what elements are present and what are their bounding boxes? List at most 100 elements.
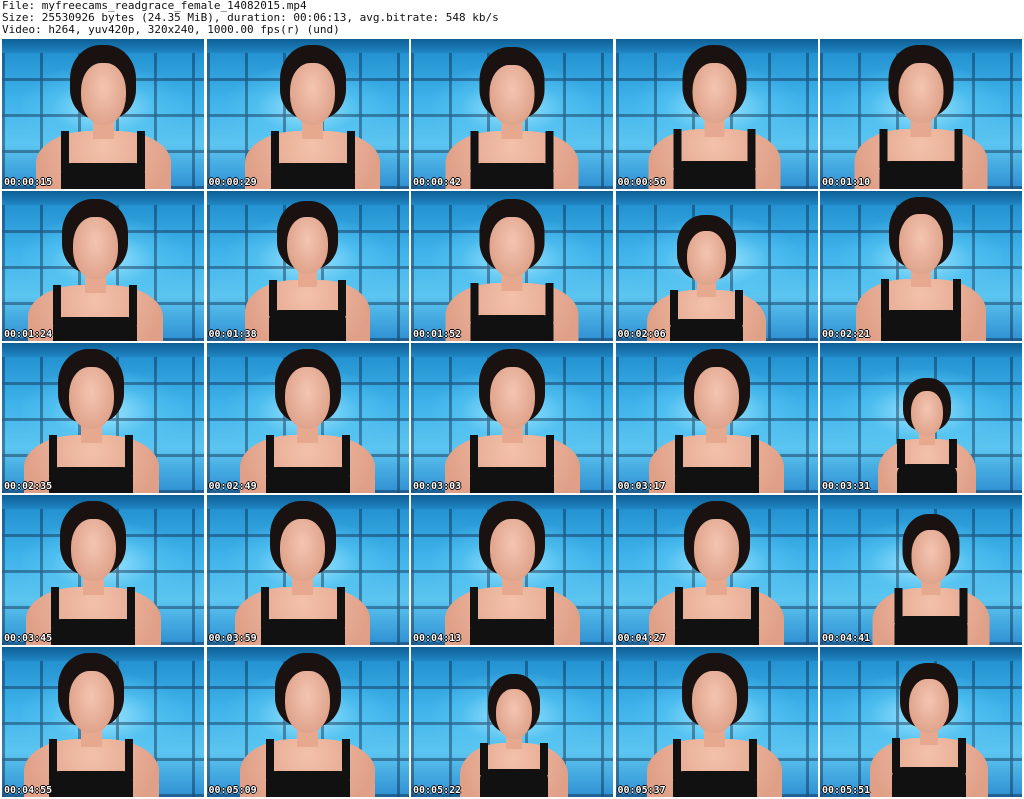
frame-timestamp: 00:04:27 [617, 633, 666, 644]
face [489, 64, 535, 126]
face [496, 689, 532, 739]
strap-left [470, 435, 478, 475]
face [280, 519, 325, 581]
person-figure [641, 39, 788, 189]
black-top [49, 467, 133, 493]
video-frame-thumbnail: 00:02:21 [820, 191, 1022, 341]
frame-timestamp: 00:04:41 [822, 633, 871, 644]
thumbnail-grid: 00:00:15 00:00:29 00:00:42 00:00:56 00:01:10… [2, 39, 1022, 797]
face [68, 367, 114, 429]
frame-timestamp: 00:00:29 [208, 177, 257, 188]
person-figure [873, 373, 981, 493]
video-frame-thumbnail: 00:00:56 [615, 39, 818, 189]
video-frame-thumbnail: 00:05:51 [820, 647, 1022, 797]
face [686, 230, 727, 286]
strap-right [137, 131, 145, 171]
strap-left [673, 129, 682, 169]
black-top [260, 619, 345, 645]
person-figure [439, 193, 586, 341]
face [910, 391, 944, 437]
person-figure [641, 209, 773, 341]
person-figure [238, 39, 388, 189]
strap-right [954, 129, 963, 169]
person-figure [233, 647, 383, 797]
person-figure [239, 195, 377, 341]
frame-timestamp: 00:03:03 [413, 481, 462, 492]
black-top [892, 766, 966, 797]
face [489, 519, 535, 581]
black-top [672, 771, 757, 797]
video-frame-thumbnail: 00:02:49 [206, 343, 409, 493]
video-frame-thumbnail: 00:01:10 [820, 39, 1022, 189]
video-frame-thumbnail: 00:03:45 [2, 495, 204, 645]
person-figure [439, 41, 586, 189]
frame-timestamp: 00:05:09 [208, 785, 257, 796]
face [898, 62, 944, 124]
strap-right [735, 289, 744, 326]
face [489, 367, 535, 429]
video-frame-thumbnail: 00:05:37 [615, 647, 818, 797]
strap-left [880, 279, 889, 318]
strap-right [341, 435, 350, 475]
strap-left [268, 279, 277, 317]
black-top [673, 160, 756, 189]
frame-timestamp: 00:03:59 [208, 633, 257, 644]
frame-timestamp: 00:04:13 [413, 633, 462, 644]
face [68, 671, 114, 733]
strap-left [61, 131, 69, 171]
strap-left [892, 737, 901, 774]
strap-right [747, 129, 756, 169]
ceiling-bar [615, 191, 818, 205]
video-frame-thumbnail: 00:02:06 [615, 191, 818, 341]
face [285, 367, 330, 429]
person-figure [233, 343, 383, 493]
strap-left [470, 283, 479, 323]
black-top [268, 309, 347, 341]
strap-left [894, 588, 903, 623]
black-top [896, 463, 958, 493]
person-figure [18, 495, 168, 645]
strap-left [879, 129, 888, 169]
person-figure [28, 39, 178, 189]
ceiling-bar [411, 647, 613, 661]
face [909, 678, 949, 734]
face [692, 671, 737, 733]
strap-right [957, 737, 966, 774]
person-figure [867, 509, 996, 645]
face [694, 367, 739, 429]
black-top [51, 619, 135, 645]
video-info-line: Video: h264, yuv420p, 320x240, 1000.00 f… [2, 23, 340, 36]
video-frame-thumbnail: 00:02:35 [2, 343, 204, 493]
frame-timestamp: 00:00:42 [413, 177, 462, 188]
black-top [470, 619, 554, 645]
person-figure [454, 669, 574, 797]
strap-left [51, 587, 59, 627]
strap-left [674, 435, 683, 475]
strap-left [470, 587, 478, 627]
video-frame-thumbnail: 00:00:15 [2, 39, 204, 189]
black-top [470, 162, 554, 189]
strap-right [546, 435, 554, 475]
frame-timestamp: 00:00:56 [617, 177, 666, 188]
video-frame-thumbnail: 00:01:24 [2, 191, 204, 341]
person-figure [437, 495, 587, 645]
black-top [470, 467, 554, 493]
black-top [669, 318, 744, 341]
person-figure [437, 343, 587, 493]
black-top [265, 771, 350, 797]
person-figure [863, 657, 995, 797]
black-top [53, 317, 137, 341]
strap-right [125, 739, 133, 779]
frame-timestamp: 00:03:31 [822, 481, 871, 492]
frame-timestamp: 00:02:35 [4, 481, 53, 492]
frame-timestamp: 00:02:49 [208, 481, 257, 492]
strap-left [896, 439, 905, 469]
face [70, 519, 116, 581]
strap-right [750, 435, 759, 475]
strap-right [750, 587, 759, 627]
strap-right [336, 587, 345, 627]
frame-timestamp: 00:04:55 [4, 785, 53, 796]
ceiling-bar [820, 495, 1022, 509]
video-frame-thumbnail: 00:04:41 [820, 495, 1022, 645]
strap-left [265, 435, 274, 475]
